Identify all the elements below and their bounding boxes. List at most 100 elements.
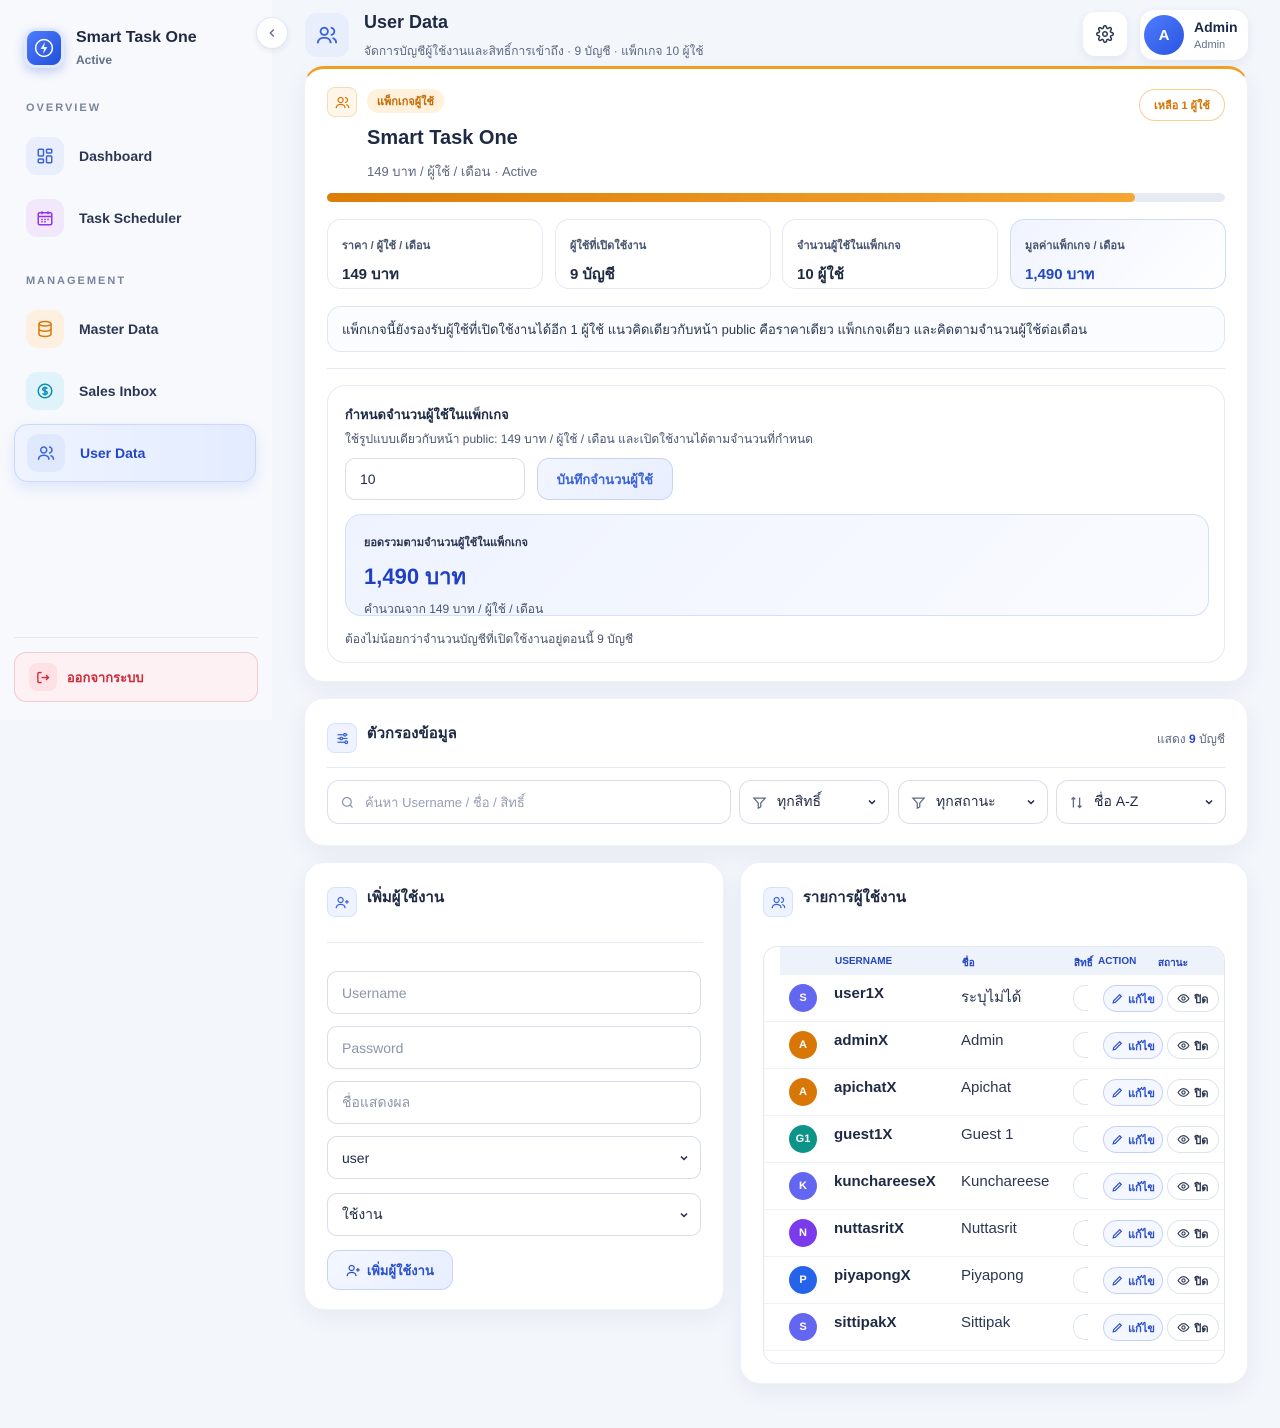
- action-cell: แก้ไข ปิด: [1088, 1210, 1224, 1256]
- add-user-card: เพิ่มผู้ใช้งาน Username Password ชื่อแสด…: [304, 862, 724, 1310]
- sidebar-item-label: Task Scheduler: [79, 210, 182, 226]
- table-row: NnuttasritX Nuttasrit แก้ไข ปิด: [764, 1210, 1224, 1257]
- sidebar-item-task-scheduler[interactable]: Task Scheduler: [14, 189, 256, 247]
- table-row: AapichatX Apichat แก้ไข ปิด: [764, 1069, 1224, 1116]
- name-cell: Guest 1: [961, 1126, 1014, 1143]
- disable-button[interactable]: ปิด: [1167, 1173, 1219, 1200]
- remaining-badge: เหลือ 1 ผู้ใช้: [1139, 89, 1225, 121]
- edit-button[interactable]: แก้ไข: [1103, 1267, 1163, 1294]
- avatar: P: [789, 1266, 817, 1294]
- filter-title: ตัวกรองข้อมูล: [367, 725, 457, 742]
- role-select[interactable]: user: [327, 1136, 701, 1179]
- divider: [327, 942, 703, 943]
- stat-package-value: มูลค่าแพ็กเกจ / เดือน 1,490 บาท: [1010, 219, 1226, 289]
- role-filter-select[interactable]: ทุกสิทธิ์: [739, 780, 889, 824]
- database-icon: [26, 310, 64, 348]
- disable-button[interactable]: ปิด: [1167, 1220, 1219, 1247]
- package-note: แพ็กเกจนี้ยังรองรับผู้ใช้ที่เปิดใช้งานได…: [327, 306, 1225, 352]
- password-field[interactable]: Password: [327, 1026, 701, 1069]
- save-seat-button[interactable]: บันทึกจำนวนผู้ใช้: [537, 458, 673, 500]
- edit-button[interactable]: แก้ไข: [1103, 1126, 1163, 1153]
- chevron-down-icon: [1027, 799, 1035, 805]
- disable-label: ปิด: [1194, 1087, 1209, 1100]
- disable-button[interactable]: ปิด: [1167, 1126, 1219, 1153]
- stat-active-users: ผู้ใช้ที่เปิดใช้งาน 9 บัญชี: [555, 219, 771, 289]
- user-plus-icon: [327, 887, 357, 917]
- page-subtitle: จัดการบัญชีผู้ใช้งานและสิทธิ์การเข้าถึง …: [364, 44, 704, 58]
- display-name-field[interactable]: ชื่อแสดงผล: [327, 1081, 701, 1124]
- chevron-down-icon: [680, 1212, 688, 1218]
- disable-label: ปิด: [1194, 993, 1209, 1006]
- sidebar-item-sales-inbox[interactable]: Sales Inbox: [14, 362, 256, 420]
- disable-button[interactable]: ปิด: [1167, 1267, 1219, 1294]
- collapse-sidebar-button[interactable]: [256, 17, 288, 49]
- edit-button[interactable]: แก้ไข: [1103, 1079, 1163, 1106]
- sidebar-item-user-data[interactable]: User Data: [14, 424, 256, 482]
- gear-icon: [1096, 25, 1114, 43]
- action-cell: แก้ไข ปิด: [1088, 1069, 1224, 1115]
- add-user-button[interactable]: เพิ่มผู้ใช้งาน: [327, 1250, 453, 1290]
- name-cell: Nuttasrit: [961, 1220, 1017, 1237]
- user-name: Admin: [1194, 19, 1238, 35]
- disable-button[interactable]: ปิด: [1167, 1314, 1219, 1341]
- sort-select[interactable]: ชื่อ A-Z: [1056, 780, 1226, 824]
- username-cell: guest1X: [834, 1126, 893, 1143]
- avatar: A: [789, 1031, 817, 1059]
- avatar: A: [789, 1078, 817, 1106]
- sidebar-item-master-data[interactable]: Master Data: [14, 300, 256, 358]
- stat-value: 9 บัญชี: [570, 266, 615, 283]
- table-row: AadminX Admin แก้ไข ปิด: [764, 1022, 1224, 1069]
- disable-label: ปิด: [1194, 1275, 1209, 1288]
- disable-button[interactable]: ปิด: [1167, 985, 1219, 1012]
- user-list-title: รายการผู้ใช้งาน: [803, 889, 907, 906]
- sidebar-item-label: Master Data: [79, 321, 159, 337]
- disable-button[interactable]: ปิด: [1167, 1079, 1219, 1106]
- seat-count-input[interactable]: [345, 458, 525, 500]
- section-overview: OVERVIEW: [26, 102, 102, 114]
- username-field[interactable]: Username: [327, 971, 701, 1014]
- pencil-icon: [1112, 1087, 1123, 1098]
- chevron-left-icon: [269, 29, 275, 37]
- edit-button[interactable]: แก้ไข: [1103, 1032, 1163, 1059]
- chevron-down-icon: [1205, 799, 1213, 805]
- eye-off-icon: [1177, 1323, 1190, 1332]
- seat-footnote: ต้องไม่น้อยกว่าจำนวนบัญชีที่เปิดใช้งานอย…: [345, 632, 634, 646]
- edit-button[interactable]: แก้ไข: [1103, 1314, 1163, 1341]
- edit-button[interactable]: แก้ไข: [1103, 985, 1163, 1012]
- disable-button[interactable]: ปิด: [1167, 1032, 1219, 1059]
- edit-label: แก้ไข: [1128, 1322, 1155, 1335]
- sidebar-divider: [14, 637, 258, 638]
- edit-button[interactable]: แก้ไข: [1103, 1220, 1163, 1247]
- total-label: ยอดรวมตามจำนวนผู้ใช้ในแพ็กเกจ: [364, 537, 528, 549]
- search-input[interactable]: ค้นหา Username / ชื่อ / สิทธิ์: [327, 780, 731, 824]
- search-placeholder: ค้นหา Username / ชื่อ / สิทธิ์: [365, 794, 525, 810]
- avatar: N: [789, 1219, 817, 1247]
- eye-off-icon: [1177, 1041, 1190, 1050]
- sidebar: Smart Task One Active OVERVIEW Dashboard…: [0, 0, 272, 720]
- status-select[interactable]: ใช้งาน: [327, 1193, 701, 1236]
- calendar-icon: [26, 199, 64, 237]
- edit-label: แก้ไข: [1128, 1275, 1155, 1288]
- sort-value: ชื่อ A-Z: [1094, 793, 1139, 809]
- table-row: Suser1X ระบุไม่ได้ แก้ไข ปิด: [764, 975, 1224, 1022]
- pencil-icon: [1112, 1322, 1123, 1333]
- brand[interactable]: Smart Task One Active: [24, 28, 197, 68]
- action-cell: แก้ไข ปิด: [1088, 1022, 1224, 1068]
- settings-button[interactable]: [1083, 12, 1127, 56]
- sidebar-item-dashboard[interactable]: Dashboard: [14, 127, 256, 185]
- divider: [327, 368, 1225, 369]
- edit-button[interactable]: แก้ไข: [1103, 1173, 1163, 1200]
- stat-value: 149 บาท: [342, 266, 400, 283]
- user-plus-icon: [346, 1264, 360, 1276]
- logout-button[interactable]: ออกจากระบบ: [14, 652, 258, 702]
- avatar: G1: [789, 1125, 817, 1153]
- sort-icon: [1071, 796, 1082, 808]
- sidebar-item-label: User Data: [80, 445, 146, 461]
- add-user-button-label: เพิ่มผู้ใช้งาน: [367, 1262, 434, 1278]
- user-menu[interactable]: A Admin Admin: [1140, 10, 1248, 60]
- status-filter-select[interactable]: ทุกสถานะ: [898, 780, 1048, 824]
- disable-label: ปิด: [1194, 1228, 1209, 1241]
- pencil-icon: [1112, 1181, 1123, 1192]
- usage-progress-fill: [327, 193, 1136, 202]
- action-cell: แก้ไข ปิด: [1088, 1257, 1224, 1303]
